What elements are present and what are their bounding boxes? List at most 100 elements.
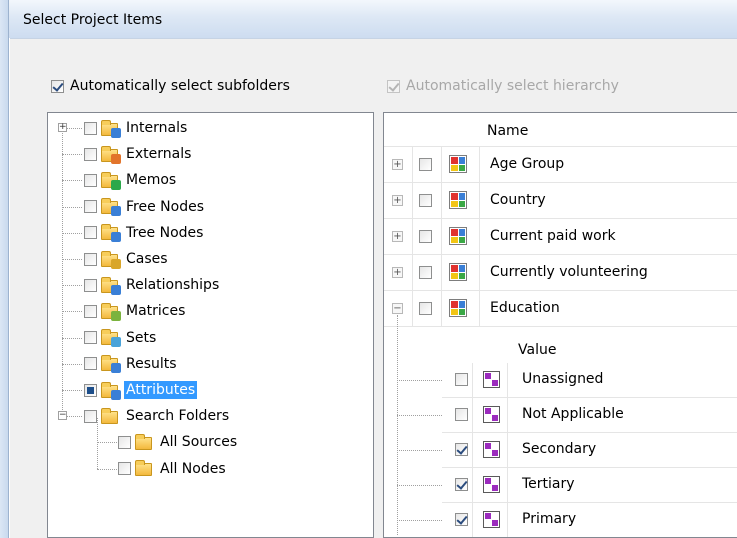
folder-tree[interactable]: + Internals Externals Memos Free Nodes Tree N… [47,112,374,538]
tree-item[interactable]: All Sources [118,430,239,454]
expand-icon[interactable]: + [58,123,67,132]
grid-column-separator [441,291,442,327]
tree-connector-line [62,390,82,391]
grid-column-separator [472,433,473,468]
grid-column-separator [507,503,508,537]
value-checkbox[interactable] [455,513,468,526]
tree-item-checkbox[interactable] [84,121,97,135]
tree-item-checkbox[interactable] [84,173,97,187]
tree-item-checkbox[interactable] [84,200,97,214]
expand-icon[interactable]: + [392,159,403,170]
tree-item-checkbox[interactable] [118,462,131,476]
value-checkbox[interactable] [455,443,468,456]
tree-item-label: Cases [126,251,168,267]
attribute-checkbox[interactable] [419,194,432,207]
grid-column-separator [441,219,442,255]
memos-folder-icon [101,171,121,190]
auto-select-subfolders-option[interactable]: Automatically select subfolders [51,78,290,94]
attribute-row[interactable]: + Currently volunteering [384,255,737,291]
tree-item-label: All Sources [160,434,238,451]
attributes-folder-icon [101,381,121,400]
attribute-icon [449,299,467,317]
value-checkbox[interactable] [455,478,468,491]
auto-select-hierarchy-option: Automatically select hierarchy [387,78,619,94]
value-icon [483,511,500,528]
grid-column-separator [479,147,480,183]
attribute-row[interactable]: − Education [384,291,737,327]
attribute-row[interactable]: + Age Group [384,147,737,183]
tree-item[interactable]: Sets [84,326,158,350]
grid-column-separator [412,255,413,291]
attribute-row[interactable]: + Country [384,183,737,219]
auto-select-hierarchy-label: Automatically select hierarchy [406,78,619,94]
tree-item[interactable]: All Nodes [118,457,228,481]
value-subgrid-header: Value [442,333,737,363]
attribute-row[interactable]: + Current paid work [384,219,737,255]
tree-item[interactable]: Tree Nodes [84,221,205,245]
tree-item[interactable]: Memos [84,168,178,192]
expand-icon[interactable]: + [392,267,403,278]
attribute-name: Currently volunteering [490,264,648,280]
collapse-icon[interactable]: − [58,411,67,421]
title-bar[interactable]: Select Project Items [9,0,737,38]
tree-item-checkbox[interactable] [84,252,97,266]
tree-item-label: Results [126,355,177,372]
attribute-icon [449,227,467,245]
tree-item-checkbox[interactable] [84,304,97,318]
tree-item-checkbox[interactable] [84,409,97,423]
value-checkbox[interactable] [455,373,468,386]
tree-item[interactable]: Attributes [84,378,198,402]
value-icon [483,371,500,388]
tree-item-checkbox[interactable] [118,435,131,449]
tree-connector-line [62,206,82,208]
attribute-checkbox[interactable] [419,158,432,171]
tree-item-checkbox[interactable] [84,278,97,292]
tree-connector-line [62,232,82,234]
grid-connector-line [397,450,442,451]
tree-connector-line [62,285,82,287]
select-project-items-dialog: Select Project Items Automatically selec… [0,0,737,538]
results-folder-icon [101,355,121,374]
value-column-header[interactable]: Value [518,342,556,358]
tree-item[interactable]: Matrices [84,299,187,323]
value-row[interactable]: Unassigned [397,363,737,398]
tree-item-checkbox[interactable] [84,331,97,345]
grid-column-separator [507,398,508,433]
grid-connector-line [397,380,442,381]
attribute-checkbox[interactable] [419,266,432,279]
attribute-icon [449,191,467,209]
tree-item[interactable]: Free Nodes [84,195,206,219]
grid-column-separator [441,255,442,291]
tree-item-checkbox[interactable] [84,383,97,397]
auto-select-subfolders-checkbox[interactable] [51,79,64,93]
attribute-checkbox[interactable] [419,230,432,243]
grid-column-separator [507,468,508,503]
value-name: Unassigned [522,371,604,387]
tree-item-checkbox[interactable] [84,226,97,240]
tree-item[interactable]: Relationships [84,273,221,297]
auto-select-subfolders-label: Automatically select subfolders [70,78,290,94]
value-row[interactable]: Tertiary [397,468,737,503]
tree-item[interactable]: Internals [84,116,189,140]
attribute-checkbox[interactable] [419,302,432,315]
tree-item-label: Tree Nodes [126,224,204,241]
tree-item[interactable]: Cases [84,247,170,271]
tree-item[interactable]: Externals [84,142,193,166]
value-name: Primary [522,511,577,527]
tree-item-checkbox[interactable] [84,357,97,371]
expand-icon[interactable]: + [392,231,403,242]
tree-item[interactable]: Results [84,352,179,376]
auto-select-hierarchy-checkbox [387,79,400,93]
tree-item-checkbox[interactable] [84,147,97,161]
value-checkbox[interactable] [455,408,468,421]
tree-item-label: Internals [126,120,188,136]
value-row[interactable]: Secondary [397,433,737,468]
tree-item[interactable]: Search Folders [84,404,231,428]
value-row[interactable]: Primary [397,503,737,537]
collapse-icon[interactable]: − [392,303,403,314]
items-grid[interactable]: Name + Age Group + Country + Current paid wor… [383,112,737,538]
tree-connector-line [62,311,82,313]
expand-icon[interactable]: + [392,195,403,206]
name-column-header[interactable]: Name [487,123,528,139]
value-row[interactable]: Not Applicable [397,398,737,433]
